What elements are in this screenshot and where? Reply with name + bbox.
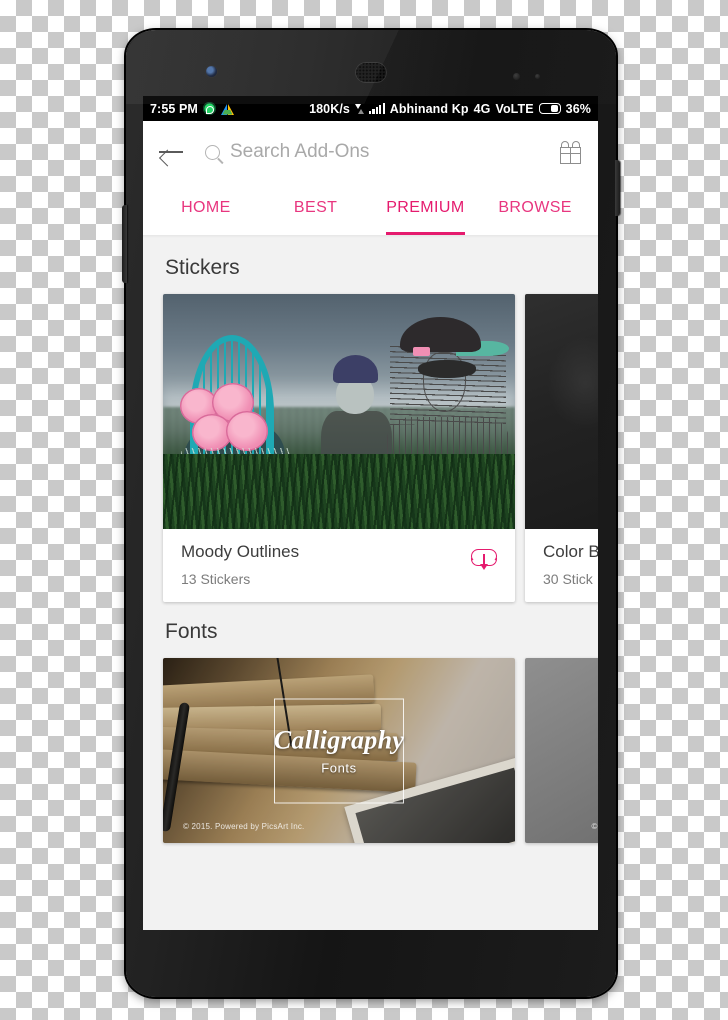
battery-icon: [538, 103, 561, 114]
stickers-card-row[interactable]: Moody Outlines 13 Stickers Color B 30 St…: [143, 294, 598, 602]
dark-artwork: [525, 294, 598, 529]
search-input[interactable]: Search Add-Ons: [205, 141, 553, 163]
tab-browse-label: BROWSE: [498, 199, 572, 216]
font-card-calligraphy[interactable]: Calligraphy Fonts © 2015. Powered by Pic…: [163, 658, 515, 843]
sticker-card-moody-outlines[interactable]: Moody Outlines 13 Stickers: [163, 294, 515, 602]
section-title-stickers: Stickers: [165, 256, 240, 279]
fonts-card-row[interactable]: Calligraphy Fonts © 2015. Powered by Pic…: [143, 658, 598, 843]
tab-home-label: HOME: [181, 199, 231, 216]
tab-best[interactable]: BEST: [261, 183, 371, 235]
tab-best-label: BEST: [293, 199, 338, 216]
gift-icon[interactable]: [559, 140, 582, 164]
status-time: 7:55 PM: [150, 101, 198, 116]
battery-percent-label: 36%: [565, 101, 591, 116]
volume-button[interactable]: [122, 205, 127, 283]
calligraphy-overlay-box: Calligraphy Fonts: [274, 698, 404, 803]
tab-active-indicator: [385, 232, 465, 235]
proximity-sensor-icon: [513, 73, 520, 80]
google-drive-icon: [220, 103, 234, 115]
phone-screen: 7:55 PM 180K/s Abhinand Kp 4G VoLTE 36%: [143, 96, 598, 930]
gray-artwork: © 2015. P: [525, 658, 598, 843]
font-card-secondary[interactable]: © 2015. P: [525, 658, 598, 843]
network-label: 4G: [473, 101, 491, 116]
content-scroll-area[interactable]: Stickers Moody Outlines 13 Stickers Colo…: [143, 238, 598, 930]
moody-outlines-artwork: [163, 294, 515, 529]
back-arrow-icon[interactable]: [159, 142, 185, 162]
card-body: Color B 30 Stick: [525, 529, 598, 602]
tab-browse[interactable]: BROWSE: [480, 183, 590, 235]
tab-premium-label: PREMIUM: [386, 199, 465, 216]
earpiece-speaker-icon: [355, 62, 387, 83]
phone-device-frame: 7:55 PM 180K/s Abhinand Kp 4G VoLTE 36%: [122, 30, 620, 997]
card-subtitle: 30 Stick: [543, 571, 593, 587]
light-sensor-icon: [535, 74, 540, 79]
data-rate-label: 180K/s: [309, 101, 350, 116]
search-placeholder-label: Search Add-Ons: [230, 141, 370, 162]
signal-bars-icon: [369, 103, 385, 114]
tab-premium[interactable]: PREMIUM: [371, 183, 481, 235]
cloud-download-icon[interactable]: [469, 546, 499, 570]
card-title: Color B: [543, 542, 598, 561]
carrier-label: Abhinand Kp: [389, 101, 469, 116]
copyright-label: © 2015. P: [591, 822, 599, 831]
calligraphy-books-artwork: Calligraphy Fonts © 2015. Powered by Pic…: [163, 658, 515, 843]
search-icon: [205, 144, 220, 160]
data-transfer-icon: [355, 103, 364, 115]
calligraphy-title: Calligraphy: [273, 725, 405, 755]
front-camera-icon: [206, 66, 217, 77]
status-bar: 7:55 PM 180K/s Abhinand Kp 4G VoLTE 36%: [143, 96, 598, 121]
power-button[interactable]: [615, 160, 620, 216]
section-title-fonts: Fonts: [165, 620, 218, 643]
sticker-card-color[interactable]: Color B 30 Stick: [525, 294, 598, 602]
card-title: Moody Outlines: [181, 542, 300, 561]
copyright-label: © 2015. Powered by PicsArt Inc.: [183, 822, 305, 831]
app-toolbar: Search Add-Ons: [143, 121, 598, 183]
card-body: Moody Outlines 13 Stickers: [163, 529, 515, 602]
card-subtitle: 13 Stickers: [181, 571, 251, 587]
calligraphy-subtitle: Fonts: [321, 760, 357, 776]
tab-home[interactable]: HOME: [151, 183, 261, 235]
whatsapp-icon: [202, 102, 216, 115]
volte-label: VoLTE: [495, 101, 534, 116]
tab-bar: HOME BEST PREMIUM BROWSE: [143, 183, 598, 235]
